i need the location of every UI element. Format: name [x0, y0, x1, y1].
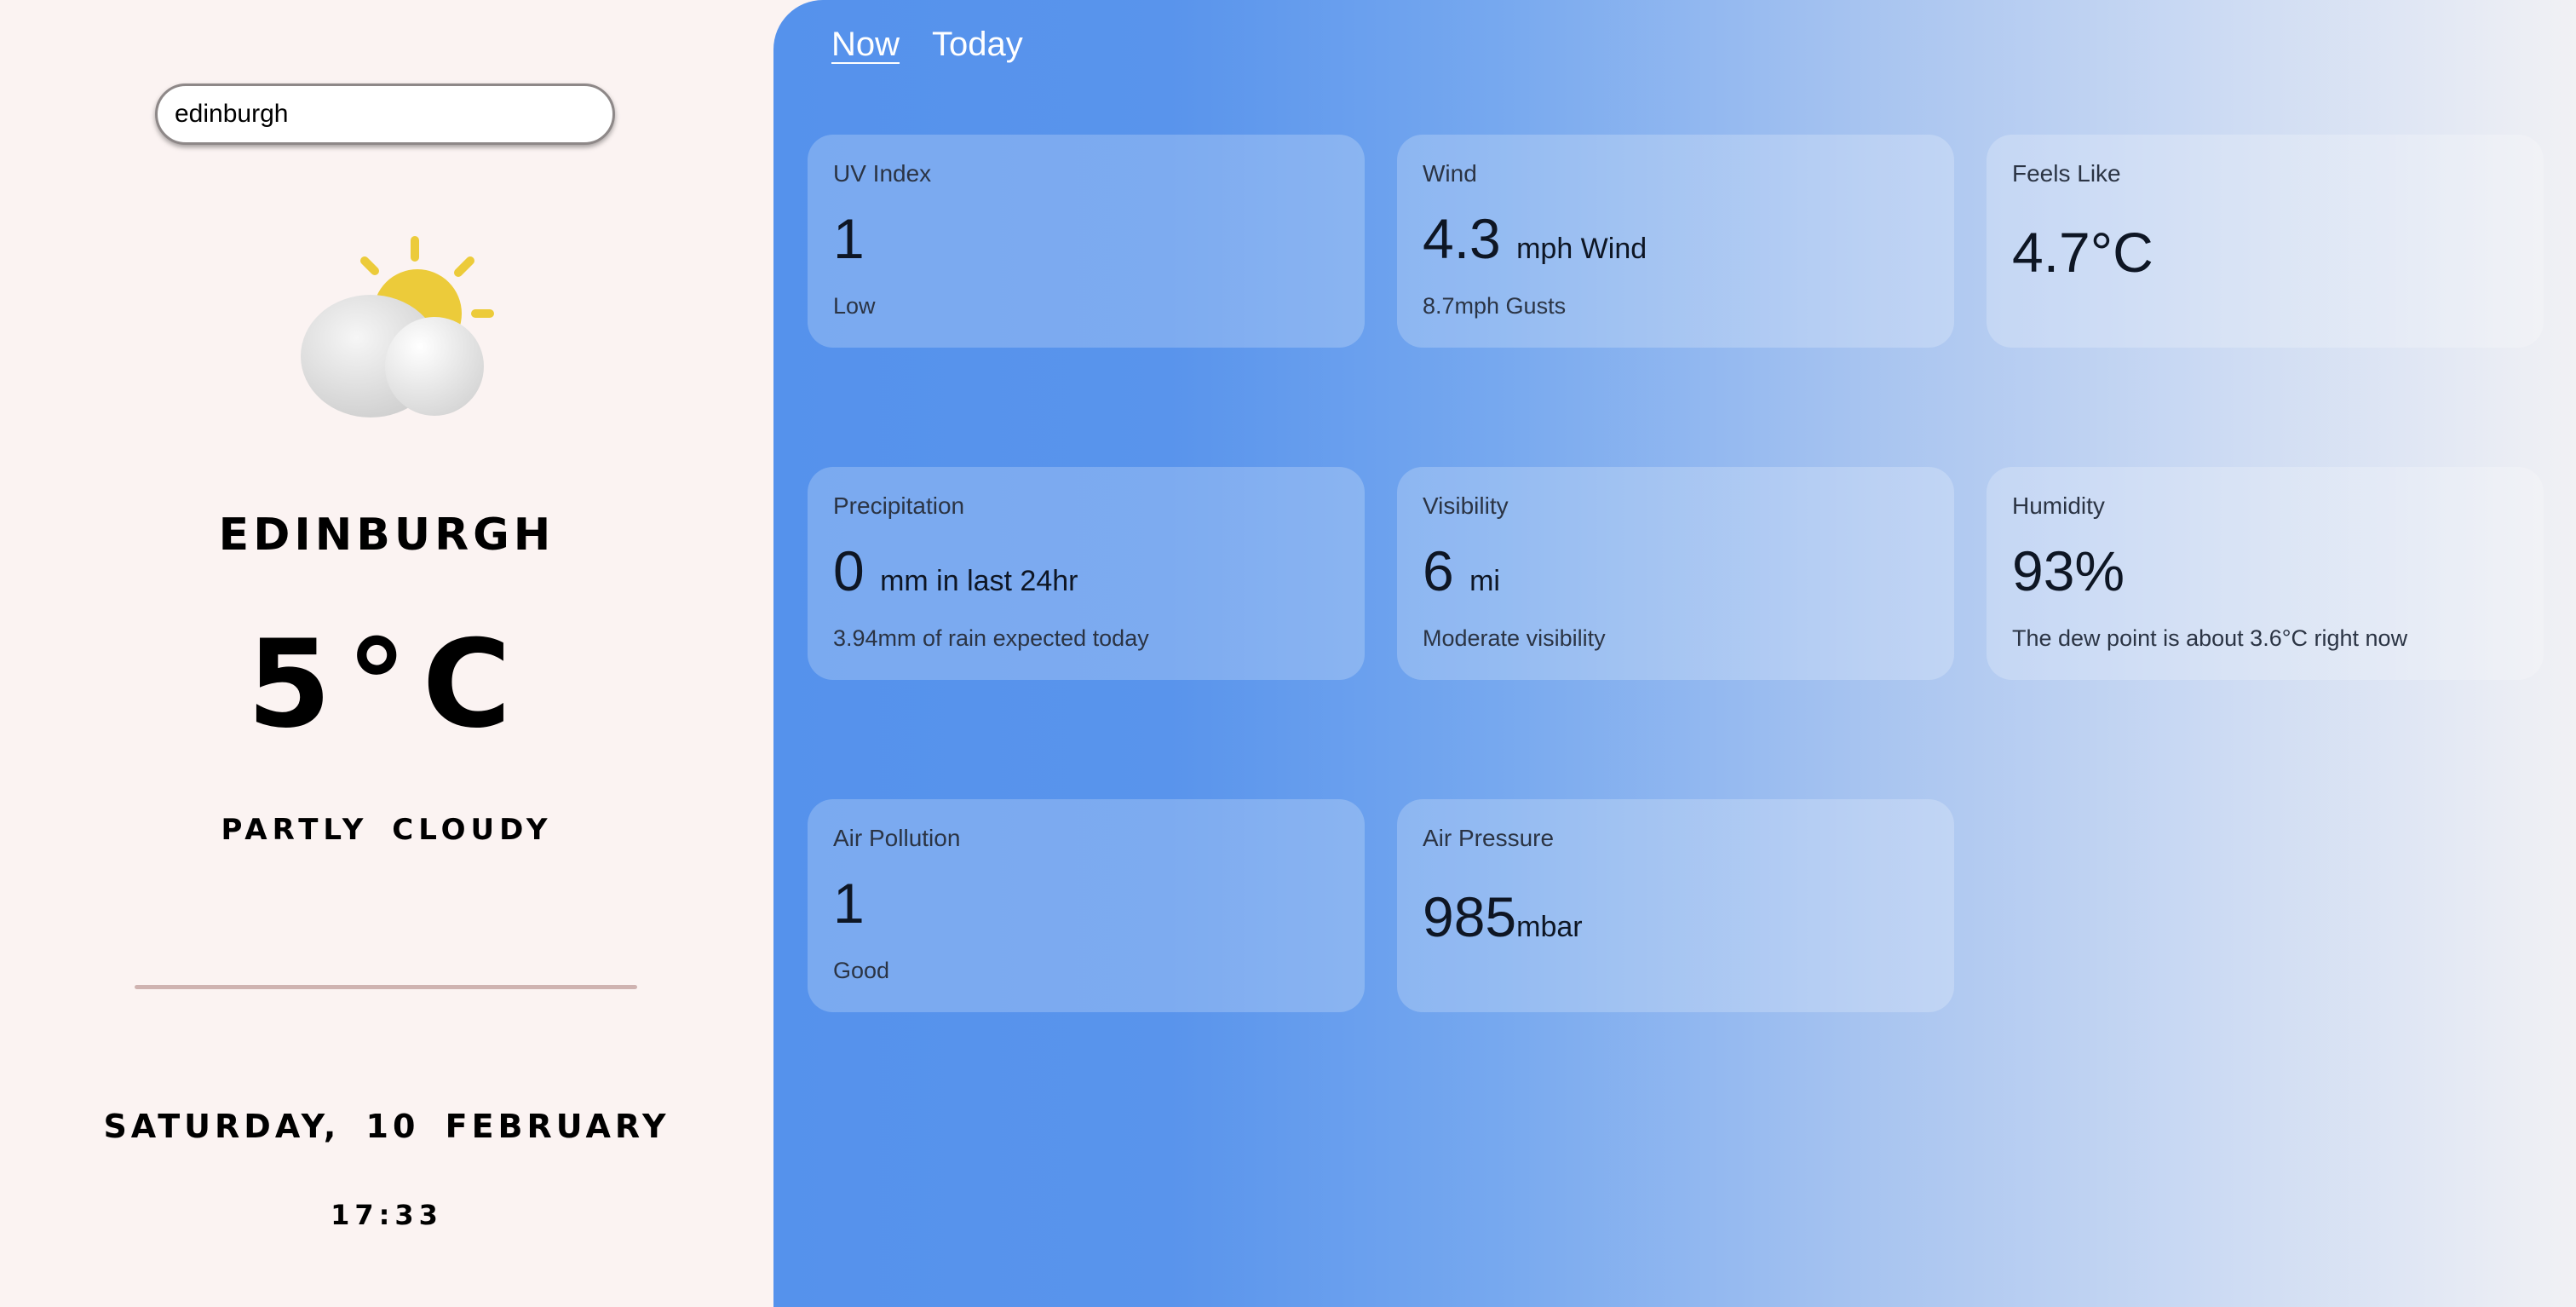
wind-card: Wind 4.3 mph Wind 8.7mph Gusts [1397, 135, 1954, 348]
divider [135, 985, 637, 989]
card-label: UV Index [833, 160, 932, 187]
precipitation-unit: mm in last 24hr [880, 565, 1078, 597]
precipitation-amount: 0 [833, 539, 865, 602]
precipitation-forecast: 3.94mm of rain expected today [833, 625, 1149, 651]
card-label: Precipitation [833, 492, 965, 519]
air-pressure-card: Air Pressure 985mbar [1397, 799, 1954, 1012]
uv-index-value: 1 [833, 207, 865, 270]
current-date: SATURDAY, 10 FEBRUARY [103, 1108, 670, 1145]
humidity-card: Humidity 93% The dew point is about 3.6°… [1987, 467, 2544, 680]
search-input[interactable] [155, 83, 615, 145]
partly-cloudy-icon [301, 236, 494, 417]
dew-point-text: The dew point is about 3.6°C right now [2012, 625, 2408, 651]
card-label: Air Pressure [1423, 825, 1555, 851]
visibility-card: Visibility 6 mi Moderate visibility [1397, 467, 1954, 680]
current-time: 17:33 [331, 1199, 443, 1231]
card-label: Wind [1423, 160, 1477, 187]
visibility-distance: 6 [1423, 539, 1454, 602]
card-label: Humidity [2012, 492, 2105, 519]
air-pressure-value-line: 985mbar [1423, 884, 1583, 959]
sidebar: EDINBURGH 5°C PARTLY CLOUDY SATURDAY, 10… [0, 0, 773, 1307]
card-label: Visibility [1423, 492, 1509, 519]
wind-gusts: 8.7mph Gusts [1423, 293, 1567, 319]
air-pollution-level: Good [833, 958, 890, 983]
current-temperature: 5°C [246, 614, 526, 755]
card-label: Feels Like [2012, 160, 2121, 187]
weather-details-panel: Now Today UV Index 1 Low Wind 4.3 mph Wi… [773, 0, 2576, 1307]
precipitation-card: Precipitation 0 mm in last 24hr 3.94mm o… [808, 467, 1365, 680]
uv-index-level: Low [833, 293, 876, 319]
tab-now[interactable]: Now [831, 26, 900, 64]
wind-value-line: 4.3 mph Wind [1423, 206, 1647, 281]
feels-like-value: 4.7°C [2012, 221, 2153, 284]
card-label: Air Pollution [833, 825, 961, 851]
visibility-value-line: 6 mi [1423, 538, 1500, 613]
tab-bar: Now Today [831, 26, 1023, 64]
air-pressure-unit: mbar [1516, 911, 1583, 943]
visibility-unit: mi [1469, 565, 1500, 597]
feels-like-card: Feels Like 4.7°C [1987, 135, 2544, 348]
precipitation-value-line: 0 mm in last 24hr [833, 538, 1078, 613]
air-pollution-card: Air Pollution 1 Good [808, 799, 1365, 1012]
uv-index-card: UV Index 1 Low [808, 135, 1365, 348]
humidity-value: 93% [2012, 539, 2125, 602]
weather-condition: PARTLY CLOUDY [221, 813, 553, 847]
wind-speed: 4.3 [1423, 207, 1501, 270]
tab-today[interactable]: Today [932, 26, 1023, 64]
air-pressure-value: 985 [1423, 885, 1517, 948]
wind-unit: mph Wind [1516, 233, 1647, 265]
visibility-description: Moderate visibility [1423, 625, 1606, 651]
air-pollution-value: 1 [833, 872, 865, 935]
city-name: EDINBURGH [218, 510, 555, 561]
